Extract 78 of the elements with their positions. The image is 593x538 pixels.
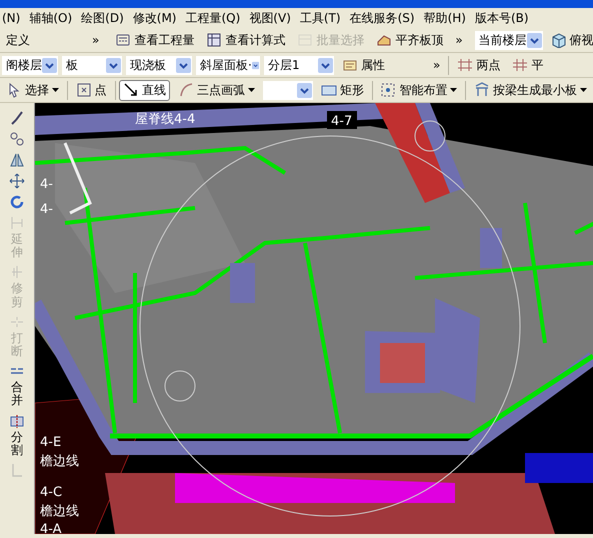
toolbar-button[interactable]: 属性 bbox=[338, 54, 389, 76]
toolbar-button[interactable]: 俯视 bbox=[546, 30, 593, 50]
chevron-down-icon bbox=[296, 82, 312, 98]
menu-item[interactable]: 在线服务(S) bbox=[350, 9, 415, 27]
chevron-down-icon bbox=[176, 58, 191, 72]
caret-icon bbox=[580, 88, 587, 92]
trim-icon bbox=[9, 264, 25, 280]
menu-item[interactable]: 绘图(D) bbox=[81, 9, 124, 27]
caret-icon bbox=[450, 88, 458, 92]
copy-icon bbox=[9, 131, 25, 147]
side-tool-button[interactable] bbox=[11, 109, 23, 127]
type-select[interactable]: 阁楼层 bbox=[2, 56, 58, 74]
side-tool-button[interactable] bbox=[11, 130, 23, 148]
toolbar-button[interactable]: 查看工程量 bbox=[111, 30, 198, 50]
toolbar-button[interactable]: 两点 bbox=[453, 54, 504, 76]
type-select[interactable]: 板 bbox=[62, 56, 122, 74]
extend-icon bbox=[9, 215, 25, 231]
toolbar-button[interactable]: 三点画弧 bbox=[174, 80, 260, 100]
grid-dots-icon bbox=[380, 82, 396, 98]
type-select[interactable]: 分层1 bbox=[264, 56, 334, 74]
split-icon bbox=[9, 412, 25, 428]
chevron-down-icon bbox=[42, 58, 57, 72]
menu-item[interactable]: 修改(M) bbox=[132, 9, 176, 27]
side-tool-button[interactable]: 合并 bbox=[11, 362, 23, 408]
caret-icon bbox=[52, 88, 59, 92]
side-tool-button[interactable] bbox=[11, 193, 23, 211]
move-icon bbox=[9, 173, 25, 189]
toolbar-button[interactable]: 点 bbox=[72, 80, 111, 100]
overflow-button[interactable]: » bbox=[429, 54, 444, 76]
chevron-down-icon bbox=[106, 58, 121, 72]
axis-label: 4-E bbox=[40, 435, 62, 450]
toolbar-button[interactable]: 按梁生成最小板 bbox=[470, 80, 591, 100]
side-tool-button[interactable] bbox=[11, 172, 23, 190]
beam-icon bbox=[474, 82, 490, 98]
axis-label: 檐边线 bbox=[40, 504, 79, 519]
floor-select[interactable]: 当前楼层 bbox=[474, 30, 543, 50]
rotate-icon bbox=[9, 194, 25, 210]
overflow-button[interactable]: » bbox=[451, 30, 467, 50]
line-icon bbox=[123, 82, 140, 98]
table-icon bbox=[206, 32, 222, 48]
point-icon bbox=[76, 82, 92, 98]
overflow-button[interactable]: » bbox=[88, 30, 104, 50]
menu-item[interactable]: 工具(T) bbox=[300, 9, 341, 27]
axis-grid-icon bbox=[457, 57, 474, 73]
toolbar-button[interactable]: 平齐板顶 bbox=[372, 30, 448, 50]
menu-item[interactable]: 视图(V) bbox=[249, 9, 291, 27]
chevron-down-icon bbox=[318, 58, 333, 72]
definition-button[interactable]: 定义 bbox=[2, 30, 34, 50]
type-select[interactable]: 斜屋面板· bbox=[196, 56, 260, 74]
axis-label: 屋脊线4-4 bbox=[135, 112, 196, 127]
menu-item[interactable]: (N) bbox=[2, 9, 20, 27]
axis-label: 4- bbox=[40, 202, 53, 217]
axis-label: 檐边线 bbox=[40, 454, 79, 469]
arc-icon bbox=[178, 82, 194, 98]
chevron-down-icon bbox=[526, 32, 542, 48]
cube-icon bbox=[550, 32, 567, 48]
mirror-icon bbox=[9, 152, 25, 168]
axis-label: 4-7 bbox=[331, 114, 352, 129]
axis-label: 4- bbox=[40, 177, 53, 192]
side-tool-button[interactable]: 分割 bbox=[11, 412, 23, 458]
menu-item[interactable]: 工程量(Q) bbox=[185, 9, 240, 27]
grid-icon bbox=[512, 57, 528, 73]
menu-item[interactable]: 版本号(B) bbox=[474, 9, 529, 27]
brush-icon bbox=[9, 110, 25, 126]
side-tool-button[interactable] bbox=[11, 151, 23, 169]
menu-item[interactable]: 辅轴(O) bbox=[29, 9, 72, 27]
shape-select[interactable] bbox=[263, 80, 313, 100]
axis-label: 4-C bbox=[40, 485, 62, 500]
caret-icon bbox=[248, 88, 256, 92]
axis-label: 4-A bbox=[40, 522, 62, 534]
menu-item[interactable]: 帮助(H) bbox=[424, 9, 466, 27]
toolbar-button[interactable]: 平 bbox=[508, 54, 548, 76]
toolbar-button[interactable]: 直线 bbox=[119, 80, 170, 100]
toolbar-button[interactable]: 矩形 bbox=[316, 80, 368, 100]
type-select[interactable]: 现浇板 bbox=[126, 56, 192, 74]
toolbar-button[interactable]: 选择 bbox=[2, 80, 63, 100]
toolbar-button[interactable]: 查看计算式 bbox=[202, 30, 290, 50]
toolbar-button[interactable]: 智能布置 bbox=[376, 80, 462, 100]
